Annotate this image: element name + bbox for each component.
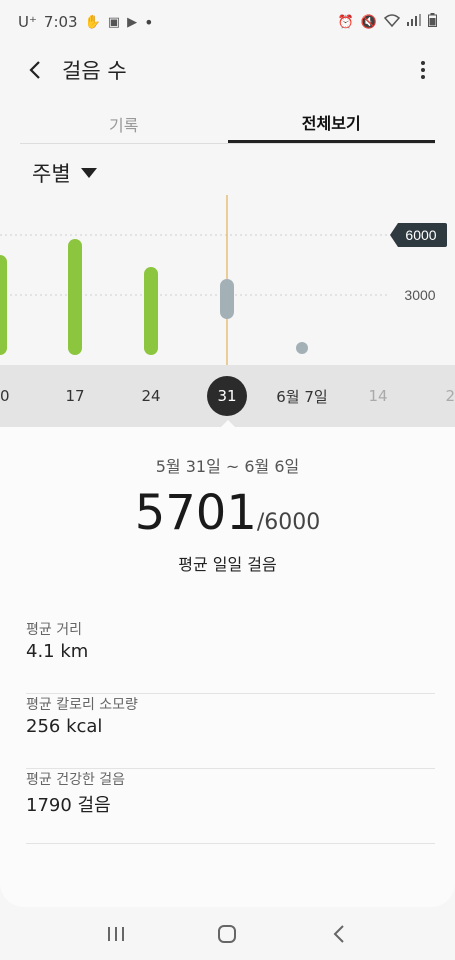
y-tick-label: 3000 bbox=[404, 287, 435, 303]
date-timeline[interactable]: 10 17 24 31 6월 7일 14 21 bbox=[0, 365, 455, 427]
notification-dot: • bbox=[144, 12, 154, 32]
card-notch bbox=[221, 420, 235, 427]
stat-label: 평균 칼로리 소모량 bbox=[26, 697, 138, 713]
mute-icon: 🔇 bbox=[360, 14, 377, 30]
gallery-icon: ▣ bbox=[107, 14, 121, 30]
stat-value: 256 kcal bbox=[26, 716, 103, 737]
timeline-date[interactable]: 17 bbox=[65, 365, 84, 427]
timeline-date[interactable]: 10 bbox=[0, 365, 10, 427]
more-dot-icon bbox=[421, 61, 425, 65]
stat-label: 평균 거리 bbox=[26, 622, 82, 638]
home-icon bbox=[218, 924, 237, 943]
goal-value: /6000 bbox=[256, 510, 321, 535]
system-nav-bar bbox=[0, 907, 455, 960]
home-button[interactable] bbox=[207, 914, 247, 954]
bar-17[interactable] bbox=[68, 239, 82, 355]
summary-card: 5월 31일 ~ 6월 6일 5701/6000 평균 일일 걸음 평균 거리 … bbox=[0, 420, 455, 907]
chevron-left-icon bbox=[333, 924, 344, 943]
status-bar: U⁺ 7:03 ✋ ▣ ▶ • ⏰ 🔇 bbox=[0, 0, 455, 44]
status-right: ⏰ 🔇 bbox=[338, 13, 437, 31]
recents-icon bbox=[107, 926, 124, 941]
wifi-icon bbox=[383, 13, 401, 31]
average-steps: 5701/6000 bbox=[0, 485, 455, 541]
bar-24[interactable] bbox=[144, 267, 158, 355]
stat-label: 평균 건강한 걸음 bbox=[26, 772, 126, 788]
goal-label: 6000 bbox=[405, 227, 436, 243]
goal-tag: 6000 bbox=[390, 223, 447, 247]
more-options-button[interactable] bbox=[411, 55, 435, 85]
recents-button[interactable] bbox=[96, 914, 136, 954]
timeline-date[interactable]: 24 bbox=[141, 365, 160, 427]
stat-value: 1790 걸음 bbox=[26, 795, 111, 816]
timeline-date[interactable]: 14 bbox=[368, 365, 387, 427]
steps-chart[interactable]: 6000 3000 bbox=[0, 195, 455, 370]
triangle-down-icon bbox=[80, 168, 97, 178]
app-bar: 걸음 수 bbox=[0, 44, 455, 96]
stat-calories: 평균 칼로리 소모량 256 kcal bbox=[26, 694, 435, 769]
period-label: 주별 bbox=[32, 162, 71, 186]
period-dropdown[interactable]: 주별 bbox=[32, 158, 97, 188]
timeline-date[interactable]: 21 bbox=[445, 365, 455, 427]
bar-group bbox=[0, 239, 308, 355]
carrier-label: U⁺ bbox=[18, 13, 37, 31]
timeline-selected-date[interactable]: 31 bbox=[207, 376, 247, 416]
average-steps-caption: 평균 일일 걸음 bbox=[178, 555, 277, 574]
bar-empty-6월 7일[interactable] bbox=[296, 342, 308, 354]
average-steps-value: 5701 bbox=[134, 485, 257, 541]
tab-overview[interactable]: 전체보기 bbox=[227, 104, 435, 143]
bar-10[interactable] bbox=[0, 255, 7, 355]
stat-value: 4.1 km bbox=[26, 641, 89, 662]
bar-31[interactable] bbox=[220, 279, 234, 319]
tab-records[interactable]: 기록 bbox=[20, 104, 228, 143]
timeline-date[interactable]: 6월 7일 bbox=[276, 365, 327, 427]
alarm-icon: ⏰ bbox=[337, 14, 354, 30]
tab-bar: 기록 전체보기 bbox=[20, 104, 435, 144]
date-range: 5월 31일 ~ 6월 6일 bbox=[155, 457, 300, 476]
chevron-left-icon bbox=[29, 61, 40, 79]
more-dot-icon bbox=[421, 68, 425, 72]
more-dot-icon bbox=[421, 75, 425, 79]
page-title: 걸음 수 bbox=[62, 59, 127, 83]
status-left: U⁺ 7:03 ✋ ▣ ▶ • bbox=[18, 13, 154, 32]
back-button[interactable] bbox=[20, 55, 50, 85]
stat-healthy-steps: 평균 건강한 걸음 1790 걸음 bbox=[26, 769, 435, 844]
signal-icon bbox=[407, 14, 421, 30]
system-back-button[interactable] bbox=[319, 914, 359, 954]
stat-distance: 평균 거리 4.1 km bbox=[26, 619, 435, 694]
youtube-icon: ▶ bbox=[127, 14, 138, 30]
clock: 7:03 bbox=[43, 13, 78, 31]
battery-icon bbox=[428, 13, 437, 31]
hand-icon: ✋ bbox=[84, 14, 101, 30]
